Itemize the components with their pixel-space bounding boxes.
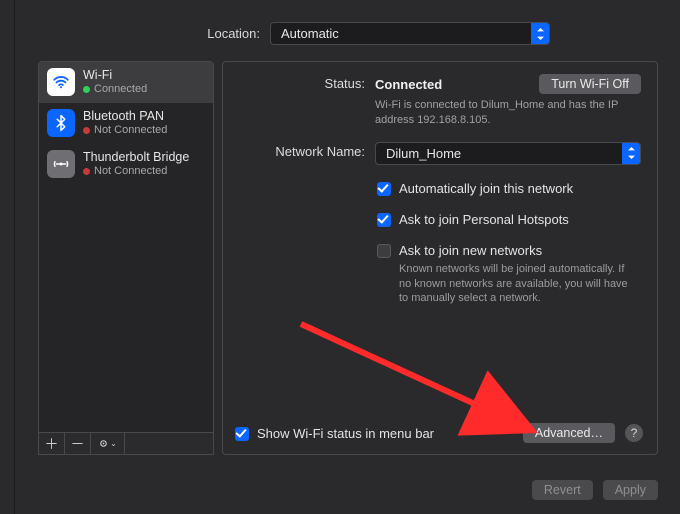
wifi-icon: [47, 68, 75, 96]
add-service-button[interactable]: ＋: [39, 433, 65, 454]
show-menubar-checkbox[interactable]: [235, 427, 249, 441]
sidebar-item-bluetooth[interactable]: Bluetooth PAN Not Connected: [39, 103, 213, 144]
bluetooth-icon: [47, 109, 75, 137]
remove-service-button[interactable]: －: [65, 433, 91, 454]
location-dropdown[interactable]: Automatic: [270, 22, 550, 45]
sidebar-item-status: Not Connected: [94, 165, 167, 178]
status-description: Wi-Fi is connected to Dilum_Home and has…: [375, 98, 635, 128]
advanced-button[interactable]: Advanced…: [523, 423, 615, 443]
dropdown-stepper-icon: [622, 143, 640, 164]
ask-new-networks-checkbox[interactable]: [377, 244, 391, 258]
status-dot-icon: [83, 168, 90, 175]
wifi-toggle-button[interactable]: Turn Wi-Fi Off: [539, 74, 641, 94]
service-actions-menu[interactable]: ⌄: [91, 433, 125, 454]
network-sidebar: Wi-Fi Connected Bluetooth PAN: [38, 61, 214, 455]
sidebar-item-thunderbolt[interactable]: Thunderbolt Bridge Not Connected: [39, 144, 213, 185]
chevron-down-icon: ⌄: [110, 439, 117, 448]
network-name-dropdown[interactable]: Dilum_Home: [375, 142, 641, 165]
revert-button[interactable]: Revert: [532, 480, 593, 500]
ask-hotspot-label: Ask to join Personal Hotspots: [399, 212, 569, 227]
network-name-label: Network Name:: [239, 142, 365, 165]
sidebar-item-status: Connected: [94, 83, 147, 96]
sidebar-item-label: Thunderbolt Bridge: [83, 150, 189, 165]
show-menubar-label: Show Wi-Fi status in menu bar: [257, 426, 434, 441]
auto-join-label: Automatically join this network: [399, 181, 573, 196]
ask-new-networks-description: Known networks will be joined automatica…: [399, 262, 639, 307]
auto-join-checkbox[interactable]: [377, 182, 391, 196]
status-dot-icon: [83, 86, 90, 93]
status-dot-icon: [83, 127, 90, 134]
sidebar-item-label: Wi-Fi: [83, 68, 147, 83]
help-button[interactable]: ?: [625, 424, 643, 442]
sidebar-item-label: Bluetooth PAN: [83, 109, 167, 124]
wifi-settings-panel: Status: Connected Turn Wi-Fi Off Wi-Fi i…: [222, 61, 658, 455]
status-value: Connected: [375, 77, 455, 92]
location-label: Location:: [90, 26, 260, 41]
dropdown-stepper-icon: [531, 23, 549, 44]
ask-hotspot-checkbox[interactable]: [377, 213, 391, 227]
status-label: Status:: [239, 74, 365, 128]
apply-button[interactable]: Apply: [603, 480, 658, 500]
network-name-value: Dilum_Home: [386, 146, 461, 161]
sidebar-item-status: Not Connected: [94, 124, 167, 137]
ask-new-networks-label: Ask to join new networks: [399, 243, 639, 258]
sidebar-item-wifi[interactable]: Wi-Fi Connected: [39, 62, 213, 103]
location-value: Automatic: [281, 26, 339, 41]
thunderbolt-icon: [47, 150, 75, 178]
